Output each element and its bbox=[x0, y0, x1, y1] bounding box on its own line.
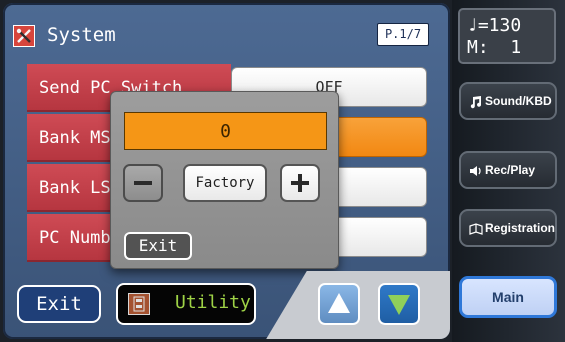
popup-value-display: 0 bbox=[124, 112, 327, 150]
speaker-icon bbox=[469, 164, 483, 181]
utility-button[interactable]: Utility bbox=[116, 283, 256, 325]
arrow-up-icon bbox=[328, 293, 350, 313]
utility-label: Utility bbox=[175, 292, 251, 313]
tempo-readout: ♩=130 bbox=[467, 15, 522, 36]
measure-readout: M: 1 bbox=[467, 37, 522, 58]
bottom-bar: Exit Utility bbox=[3, 271, 450, 339]
page-title: System bbox=[47, 24, 116, 46]
minus-icon bbox=[134, 181, 152, 185]
music-note-icon bbox=[469, 95, 483, 112]
main-button[interactable]: Main bbox=[459, 276, 557, 318]
system-screen: System P.1/7 Send PC Switch OFF Bank MS … bbox=[3, 3, 450, 339]
tempo-display: ♩=130 M: 1 bbox=[458, 8, 556, 64]
sound-kbd-button[interactable]: Sound/KBD bbox=[459, 82, 557, 120]
popup-exit-button[interactable]: Exit bbox=[124, 232, 192, 260]
rec-play-label: Rec/Play bbox=[485, 163, 536, 177]
plus-icon bbox=[291, 174, 309, 192]
increment-button[interactable] bbox=[280, 164, 320, 202]
scroll-down-button[interactable] bbox=[378, 283, 420, 325]
exit-button[interactable]: Exit bbox=[17, 285, 101, 323]
registration-label: Registration bbox=[485, 221, 556, 235]
panel-icon bbox=[128, 293, 150, 315]
sound-kbd-label: Sound/KBD bbox=[485, 94, 552, 108]
scroll-up-button[interactable] bbox=[318, 283, 360, 325]
decrement-button[interactable] bbox=[123, 164, 163, 202]
registration-book-icon bbox=[469, 222, 483, 239]
arrow-down-icon bbox=[388, 295, 410, 315]
title-bar: System P.1/7 bbox=[13, 21, 441, 54]
right-panel: ♩=130 M: 1 Sound/KBD Rec/Play Registrati… bbox=[452, 0, 565, 342]
registration-button[interactable]: Registration bbox=[459, 209, 557, 247]
factory-reset-button[interactable]: Factory bbox=[183, 164, 267, 202]
tools-icon bbox=[13, 25, 35, 47]
rec-play-button[interactable]: Rec/Play bbox=[459, 151, 557, 189]
value-popup: 0 Factory Exit bbox=[110, 91, 339, 269]
page-indicator: P.1/7 bbox=[377, 23, 429, 46]
